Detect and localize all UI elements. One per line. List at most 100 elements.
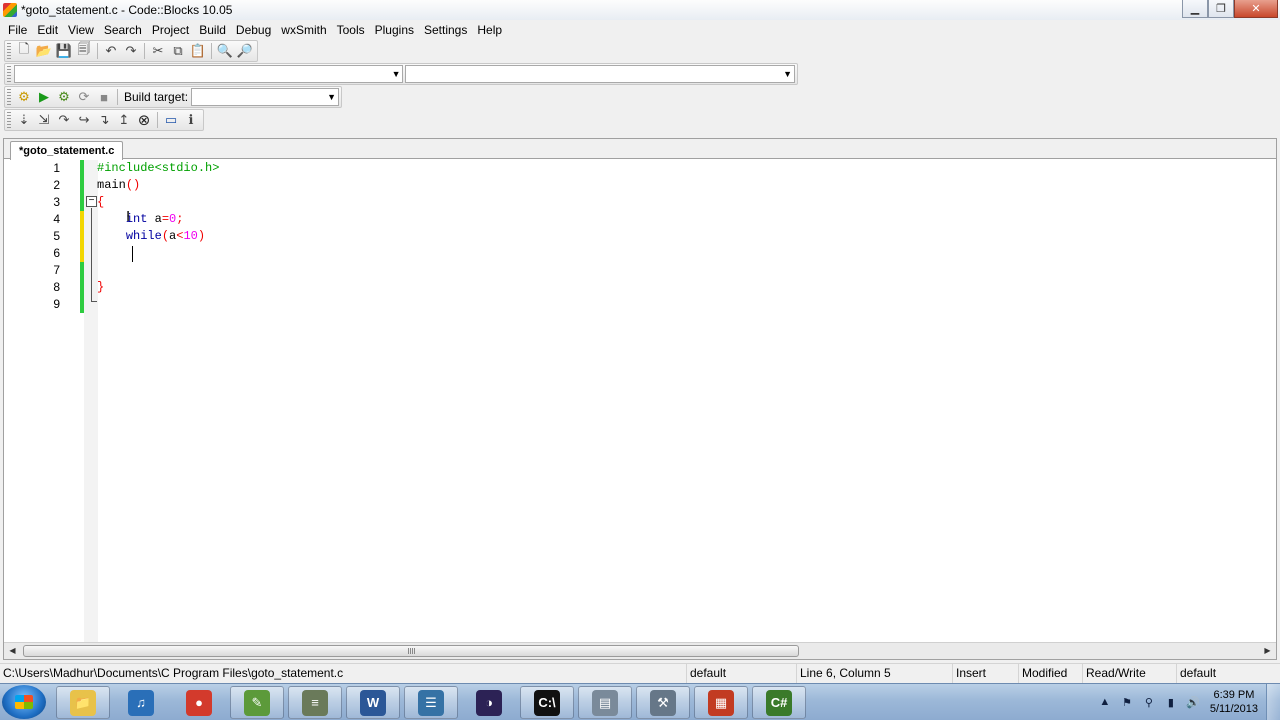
rebuild-icon[interactable]: ⟳	[74, 87, 94, 107]
notepad-taskbar-button[interactable]: ✎	[230, 686, 284, 719]
paste-icon[interactable]: 📋	[188, 41, 208, 61]
fold-toggle-icon[interactable]: −	[86, 196, 97, 207]
chevron-down-icon: ▼	[391, 69, 401, 79]
tab-goto-statement[interactable]: *goto_statement.c	[10, 141, 124, 160]
toolbar-separator	[144, 43, 145, 59]
abort-icon[interactable]: ■	[94, 87, 114, 107]
start-button[interactable]	[2, 685, 46, 719]
cmd-taskbar-button[interactable]: C:\	[520, 686, 574, 719]
menu-debug[interactable]: Debug	[231, 20, 276, 40]
python-icon: ☰	[418, 689, 444, 716]
replace-icon[interactable]: 🔎	[235, 41, 255, 61]
menu-plugins[interactable]: Plugins	[370, 20, 419, 40]
notepad-icon: ✎	[244, 689, 270, 716]
code-token: ;	[176, 212, 184, 226]
menu-build[interactable]: Build	[194, 20, 231, 40]
menu-file[interactable]: File	[3, 20, 32, 40]
code-line: 6	[4, 245, 1276, 262]
menu-edit[interactable]: Edit	[32, 20, 63, 40]
chrome-taskbar-button[interactable]: ●	[172, 686, 226, 719]
menu-project[interactable]: Project	[147, 20, 194, 40]
line-number: 7	[53, 263, 60, 277]
stop-debugger-icon[interactable]: ⊗	[134, 110, 154, 130]
toolbar-grip[interactable]	[7, 43, 11, 59]
various-info-icon[interactable]: ℹ	[181, 110, 201, 130]
change-marker	[80, 245, 84, 262]
line-number: 3	[53, 195, 60, 209]
build-and-run-icon[interactable]: ⚙	[54, 87, 74, 107]
network-icon[interactable]: ⚲	[1138, 696, 1160, 709]
next-instruction-icon[interactable]: ↪	[74, 110, 94, 130]
scope-dropdown[interactable]: ▼	[13, 65, 404, 83]
toolbar-grip[interactable]	[7, 89, 11, 105]
open-file-icon[interactable]: 📂	[34, 41, 54, 61]
change-marker	[80, 279, 84, 296]
new-file-icon[interactable]: 🗋	[14, 41, 34, 61]
explorer-taskbar-button[interactable]: 📁	[56, 686, 110, 719]
scroll-right-icon[interactable]: ▶	[1259, 643, 1276, 659]
sql-taskbar-button[interactable]: ▤	[578, 686, 632, 719]
csharp-icon: C#	[766, 689, 792, 716]
save-icon[interactable]: 💾	[54, 41, 74, 61]
word-taskbar-button[interactable]: W	[346, 686, 400, 719]
horizontal-scrollbar[interactable]: ◀ ▶	[4, 642, 1276, 659]
copy-icon[interactable]: ⧉	[168, 41, 188, 61]
run-icon[interactable]: ▶	[34, 87, 54, 107]
window-title: *goto_statement.c - Code::Blocks 10.05	[21, 3, 233, 17]
find-icon[interactable]: 🔍	[215, 41, 235, 61]
status-modified: Modified	[1018, 664, 1082, 683]
toolbar-grip[interactable]	[7, 112, 11, 128]
codeblocks-taskbar-button[interactable]: ▦	[694, 686, 748, 719]
debugger-toolbar-row: ⇣ ⇲ ↷ ↪ ↴ ↥ ⊗ ▭ ℹ	[4, 109, 204, 131]
scroll-left-icon[interactable]: ◀	[4, 643, 21, 659]
step-out-icon[interactable]: ↥	[114, 110, 134, 130]
menu-view[interactable]: View	[63, 20, 99, 40]
scrollbar-thumb[interactable]	[23, 645, 799, 657]
code-token: #include<stdio.h>	[97, 161, 220, 175]
python-taskbar-button[interactable]: ☰	[404, 686, 458, 719]
close-button[interactable]: ✕	[1234, 0, 1278, 18]
volume-icon[interactable]: 🔊	[1182, 696, 1204, 709]
step-into-icon[interactable]: ↴	[94, 110, 114, 130]
code-editor[interactable]: 1 #include<stdio.h> 2 main() 3{4 int a=0; 5 w…	[4, 160, 1276, 642]
tools-taskbar-button[interactable]: ⚒	[636, 686, 690, 719]
code-token: =	[161, 212, 170, 226]
cut-icon[interactable]: ✂	[148, 41, 168, 61]
build-target-dropdown[interactable]: ▼	[191, 88, 340, 106]
menu-wxsmith[interactable]: wxSmith	[276, 20, 331, 40]
show-desktop-button[interactable]	[1266, 684, 1280, 720]
code-token: )	[197, 229, 206, 243]
next-line-icon[interactable]: ↷	[54, 110, 74, 130]
chevron-down-icon: ▼	[327, 92, 337, 102]
taskbar-clock[interactable]: 6:39 PM 5/11/2013	[1210, 688, 1258, 716]
change-marker	[80, 262, 84, 279]
redo-icon[interactable]: ↷	[121, 41, 141, 61]
build-icon[interactable]: ⚙	[14, 87, 34, 107]
itunes-taskbar-button[interactable]: ♫	[114, 686, 168, 719]
code-token: (	[161, 229, 170, 243]
flag-icon[interactable]: ⚑	[1116, 696, 1138, 709]
menu-tools[interactable]: Tools	[332, 20, 370, 40]
database-taskbar-button[interactable]: ≡	[288, 686, 342, 719]
menu-search[interactable]: Search	[99, 20, 147, 40]
signal-icon[interactable]: ▮	[1160, 696, 1182, 709]
status-language: default	[1176, 664, 1280, 683]
code-completion-toolbar: ▼ ▼	[4, 63, 798, 85]
run-to-cursor-icon[interactable]: ⇲	[34, 110, 54, 130]
menu-help[interactable]: Help	[472, 20, 507, 40]
line-number: 1	[53, 161, 60, 175]
eclipse-taskbar-button[interactable]: ◑	[462, 686, 516, 719]
menu-settings[interactable]: Settings	[419, 20, 472, 40]
undo-icon[interactable]: ↶	[101, 41, 121, 61]
show-hidden-icons-icon[interactable]: ▲	[1094, 696, 1116, 708]
debug-continue-icon[interactable]: ⇣	[14, 110, 34, 130]
csharp-taskbar-button[interactable]: C#	[752, 686, 806, 719]
toolbar-grip[interactable]	[7, 66, 11, 82]
function-dropdown[interactable]: ▼	[405, 65, 795, 83]
save-all-icon[interactable]: 🗐	[74, 41, 94, 61]
maximize-button[interactable]: ❐	[1208, 0, 1234, 18]
debugging-windows-icon[interactable]: ▭	[161, 110, 181, 130]
minimize-button[interactable]: ▁	[1182, 0, 1208, 18]
code-line: 8}	[4, 279, 1276, 296]
